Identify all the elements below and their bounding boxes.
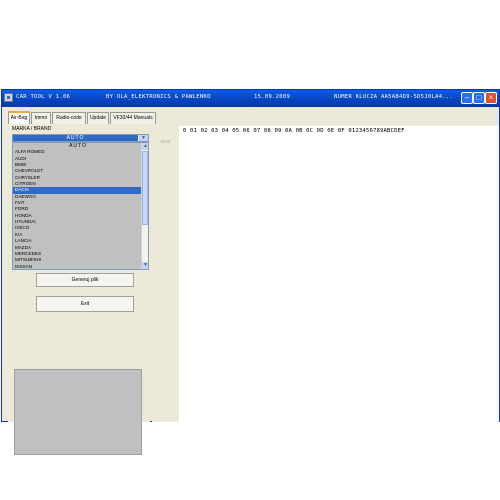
tab-vf30-44-manuals[interactable]: VF30/44 Manuals [110,112,156,124]
brand-dropdown-value: AUTO [13,135,138,141]
brand-list[interactable]: AUTO ALFA ROMEO AUDI BMW CHEVROLET CHRYSLER C… [12,142,149,270]
scroll-down-icon[interactable]: ▼ [142,262,148,269]
hex-column-header: 0 01 02 03 04 05 06 07 08 09 0A 0B 0C 0D… [183,128,405,134]
brand-list-scrollbar[interactable]: ▲ ▼ [141,143,148,269]
title-author: BY OLA_ELEKTRONICS & PAWLENKO [106,94,211,100]
hex-editor[interactable]: 0x00 0 01 02 03 04 05 06 07 08 09 0A 0B … [152,126,499,422]
tab-update[interactable]: Update [87,112,109,124]
chevron-down-icon[interactable]: ▼ [139,135,148,141]
generate-file-button[interactable]: Generuj plik [36,273,134,287]
title-date: 15.09.2009 [254,94,291,100]
offset-column [152,145,179,422]
tab-air-bag[interactable]: Air-Bag [8,111,30,124]
title-bar[interactable]: CAR TOOL V 1.06 BY OLA_ELEKTRONICS & PAW… [2,90,499,107]
close-icon[interactable]: × [485,92,497,104]
title-key: NUMER KLUCZA AA5AB4D9-5D5J0LA4... [334,94,454,100]
app-window: CAR TOOL V 1.06 BY OLA_ELEKTRONICS & PAW… [1,89,500,455]
brand-dropdown[interactable]: AUTO ▼ [12,134,149,142]
app-icon[interactable] [4,93,13,102]
exit-button[interactable]: Exit [36,296,134,312]
info-panel [14,369,142,455]
scrollbar-thumb[interactable] [142,151,148,225]
brand-section-label: MARKA / BRAND [12,126,52,132]
left-panel: MARKA / BRAND AUTO ▼ AUTO ALFA ROMEO AUDI… [8,124,150,455]
tab-immo[interactable]: Immo [31,112,51,124]
tab-radio-code[interactable]: Radio-code [52,112,86,124]
minimize-icon[interactable]: – [461,92,473,104]
brand-list-item[interactable]: NISSAN [13,264,141,269]
maximize-icon[interactable]: □ [473,92,485,104]
offset-label: 0x00 [152,138,179,145]
brand-list-items: AUTO ALFA ROMEO AUDI BMW CHEVROLET CHRYSLER C… [13,143,141,269]
scroll-up-icon[interactable]: ▲ [142,143,148,150]
title-app-name: CAR TOOL V 1.06 [16,94,71,100]
offset-column-header [152,126,179,138]
